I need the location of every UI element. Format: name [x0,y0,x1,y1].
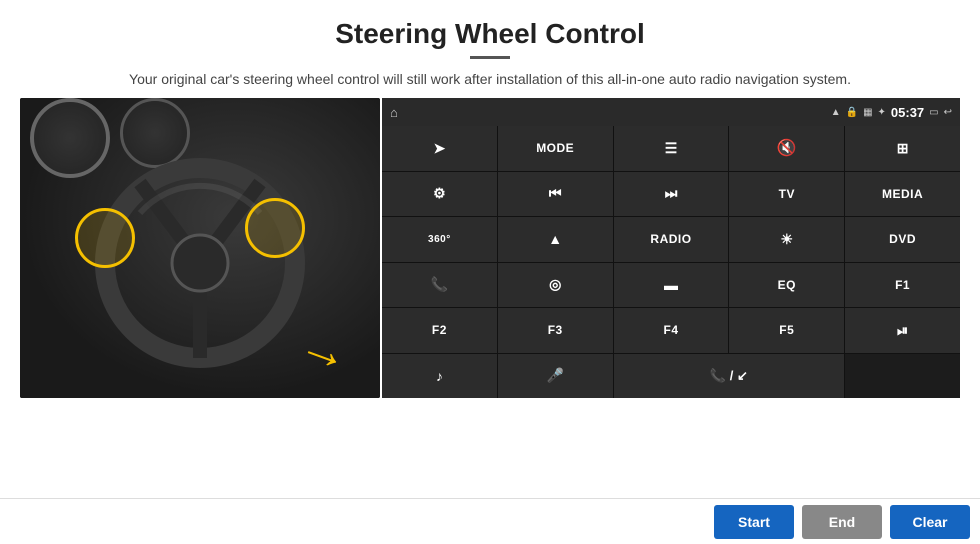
status-left: ⌂ [390,105,398,120]
btn-nav[interactable]: ◎ [498,263,613,308]
yellow-circle-left [75,208,135,268]
btn-tv[interactable]: TV [729,172,844,217]
btn-mute[interactable]: 🔇 [729,126,844,171]
btn-empty [845,354,960,399]
btn-media[interactable]: MEDIA [845,172,960,217]
btn-phone[interactable]: 📞 [382,263,497,308]
btn-send[interactable]: ➤ [382,126,497,171]
btn-f5[interactable]: F5 [729,308,844,353]
btn-call-end[interactable]: 📞 / ↙ [614,354,845,399]
btn-playpause[interactable]: ⏯ [845,308,960,353]
bottom-bar: Start End Clear [0,498,980,544]
lock-icon: 🔒 [846,107,858,118]
bluetooth-icon: ✦ [878,107,886,118]
yellow-circle-right [245,198,305,258]
btn-menu[interactable]: ☰ [614,126,729,171]
btn-next[interactable]: ⏭ [614,172,729,217]
title-divider [470,56,510,59]
btn-mic[interactable]: 🎤 [498,354,613,399]
subtitle: Your original car's steering wheel contr… [40,69,940,90]
btn-radio[interactable]: RADIO [614,217,729,262]
steering-wheel-image: → [20,98,380,398]
end-button[interactable]: End [802,505,882,539]
btn-eq[interactable]: EQ [729,263,844,308]
btn-f3[interactable]: F3 [498,308,613,353]
header-section: Steering Wheel Control Your original car… [0,0,980,98]
content-section: → ⌂ ▲ 🔒 ▦ ✦ 05:37 ▭ ↩ [0,98,980,498]
status-time: 05:37 [891,105,924,120]
button-grid: ➤ MODE ☰ 🔇 ⊞ ⚙ ⏮ ⏭ TV MEDIA 360° ▲ RADIO… [382,126,960,398]
btn-f2[interactable]: F2 [382,308,497,353]
wifi-icon: ▲ [831,107,841,118]
control-panel: ⌂ ▲ 🔒 ▦ ✦ 05:37 ▭ ↩ ➤ MODE ☰ 🔇 [382,98,960,398]
btn-eject[interactable]: ▲ [498,217,613,262]
home-status-icon: ⌂ [390,105,398,120]
btn-f1[interactable]: F1 [845,263,960,308]
btn-prev[interactable]: ⏮ [498,172,613,217]
btn-settings[interactable]: ⚙ [382,172,497,217]
status-icons: ▲ 🔒 ▦ ✦ 05:37 ▭ ↩ [831,105,952,120]
btn-360[interactable]: 360° [382,217,497,262]
screen-icon: ▭ [929,107,938,118]
btn-music[interactable]: ♪ [382,354,497,399]
btn-mode[interactable]: MODE [498,126,613,171]
start-button[interactable]: Start [714,505,794,539]
clear-button[interactable]: Clear [890,505,970,539]
back-icon: ↩ [944,107,952,118]
status-bar: ⌂ ▲ 🔒 ▦ ✦ 05:37 ▭ ↩ [382,98,960,126]
btn-screen[interactable]: ▬ [614,263,729,308]
sim-icon: ▦ [863,107,872,118]
page-title: Steering Wheel Control [40,18,940,50]
btn-dvd[interactable]: DVD [845,217,960,262]
btn-grid[interactable]: ⊞ [845,126,960,171]
btn-f4[interactable]: F4 [614,308,729,353]
page-wrapper: Steering Wheel Control Your original car… [0,0,980,544]
btn-brightness[interactable]: ☀ [729,217,844,262]
